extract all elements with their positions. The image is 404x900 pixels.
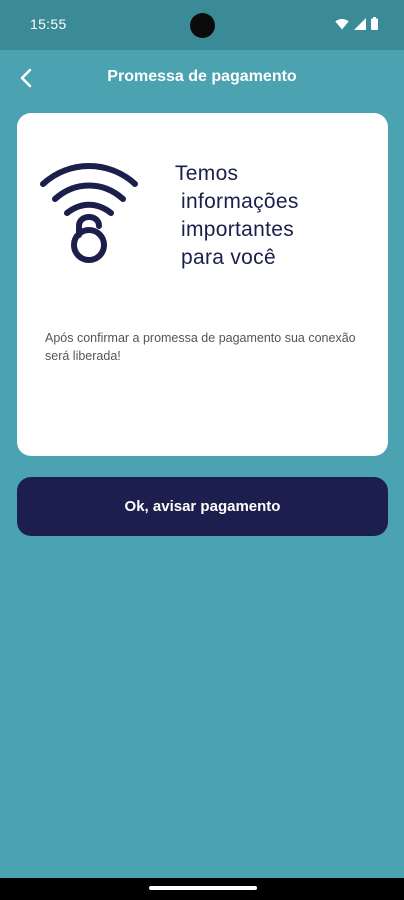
home-indicator[interactable] [149, 886, 257, 890]
heading-line: para você [181, 246, 276, 269]
status-bar: 15:55 [0, 0, 404, 50]
heading-line: importantes [181, 218, 295, 241]
wifi-icon [335, 18, 349, 29]
confirm-payment-button[interactable]: Ok, avisar pagamento [17, 477, 388, 536]
app-bar: Promessa de pagamento [0, 50, 404, 106]
card-description: Após confirmar a promessa de pagamento s… [45, 331, 356, 363]
info-card: Temos informações importantes para você … [17, 113, 388, 456]
heading-line: informações [181, 190, 299, 213]
camera-cutout [190, 13, 215, 38]
battery-icon [371, 17, 378, 30]
status-icons [335, 17, 378, 30]
navigation-bar [0, 878, 404, 900]
wifi-lock-icon [40, 163, 138, 263]
page-title: Promessa de pagamento [107, 68, 297, 85]
status-time: 15:55 [30, 16, 67, 32]
heading-line: Temos [175, 162, 239, 185]
signal-icon [354, 17, 366, 30]
card-heading: Temos informações importantes para você [175, 160, 375, 272]
